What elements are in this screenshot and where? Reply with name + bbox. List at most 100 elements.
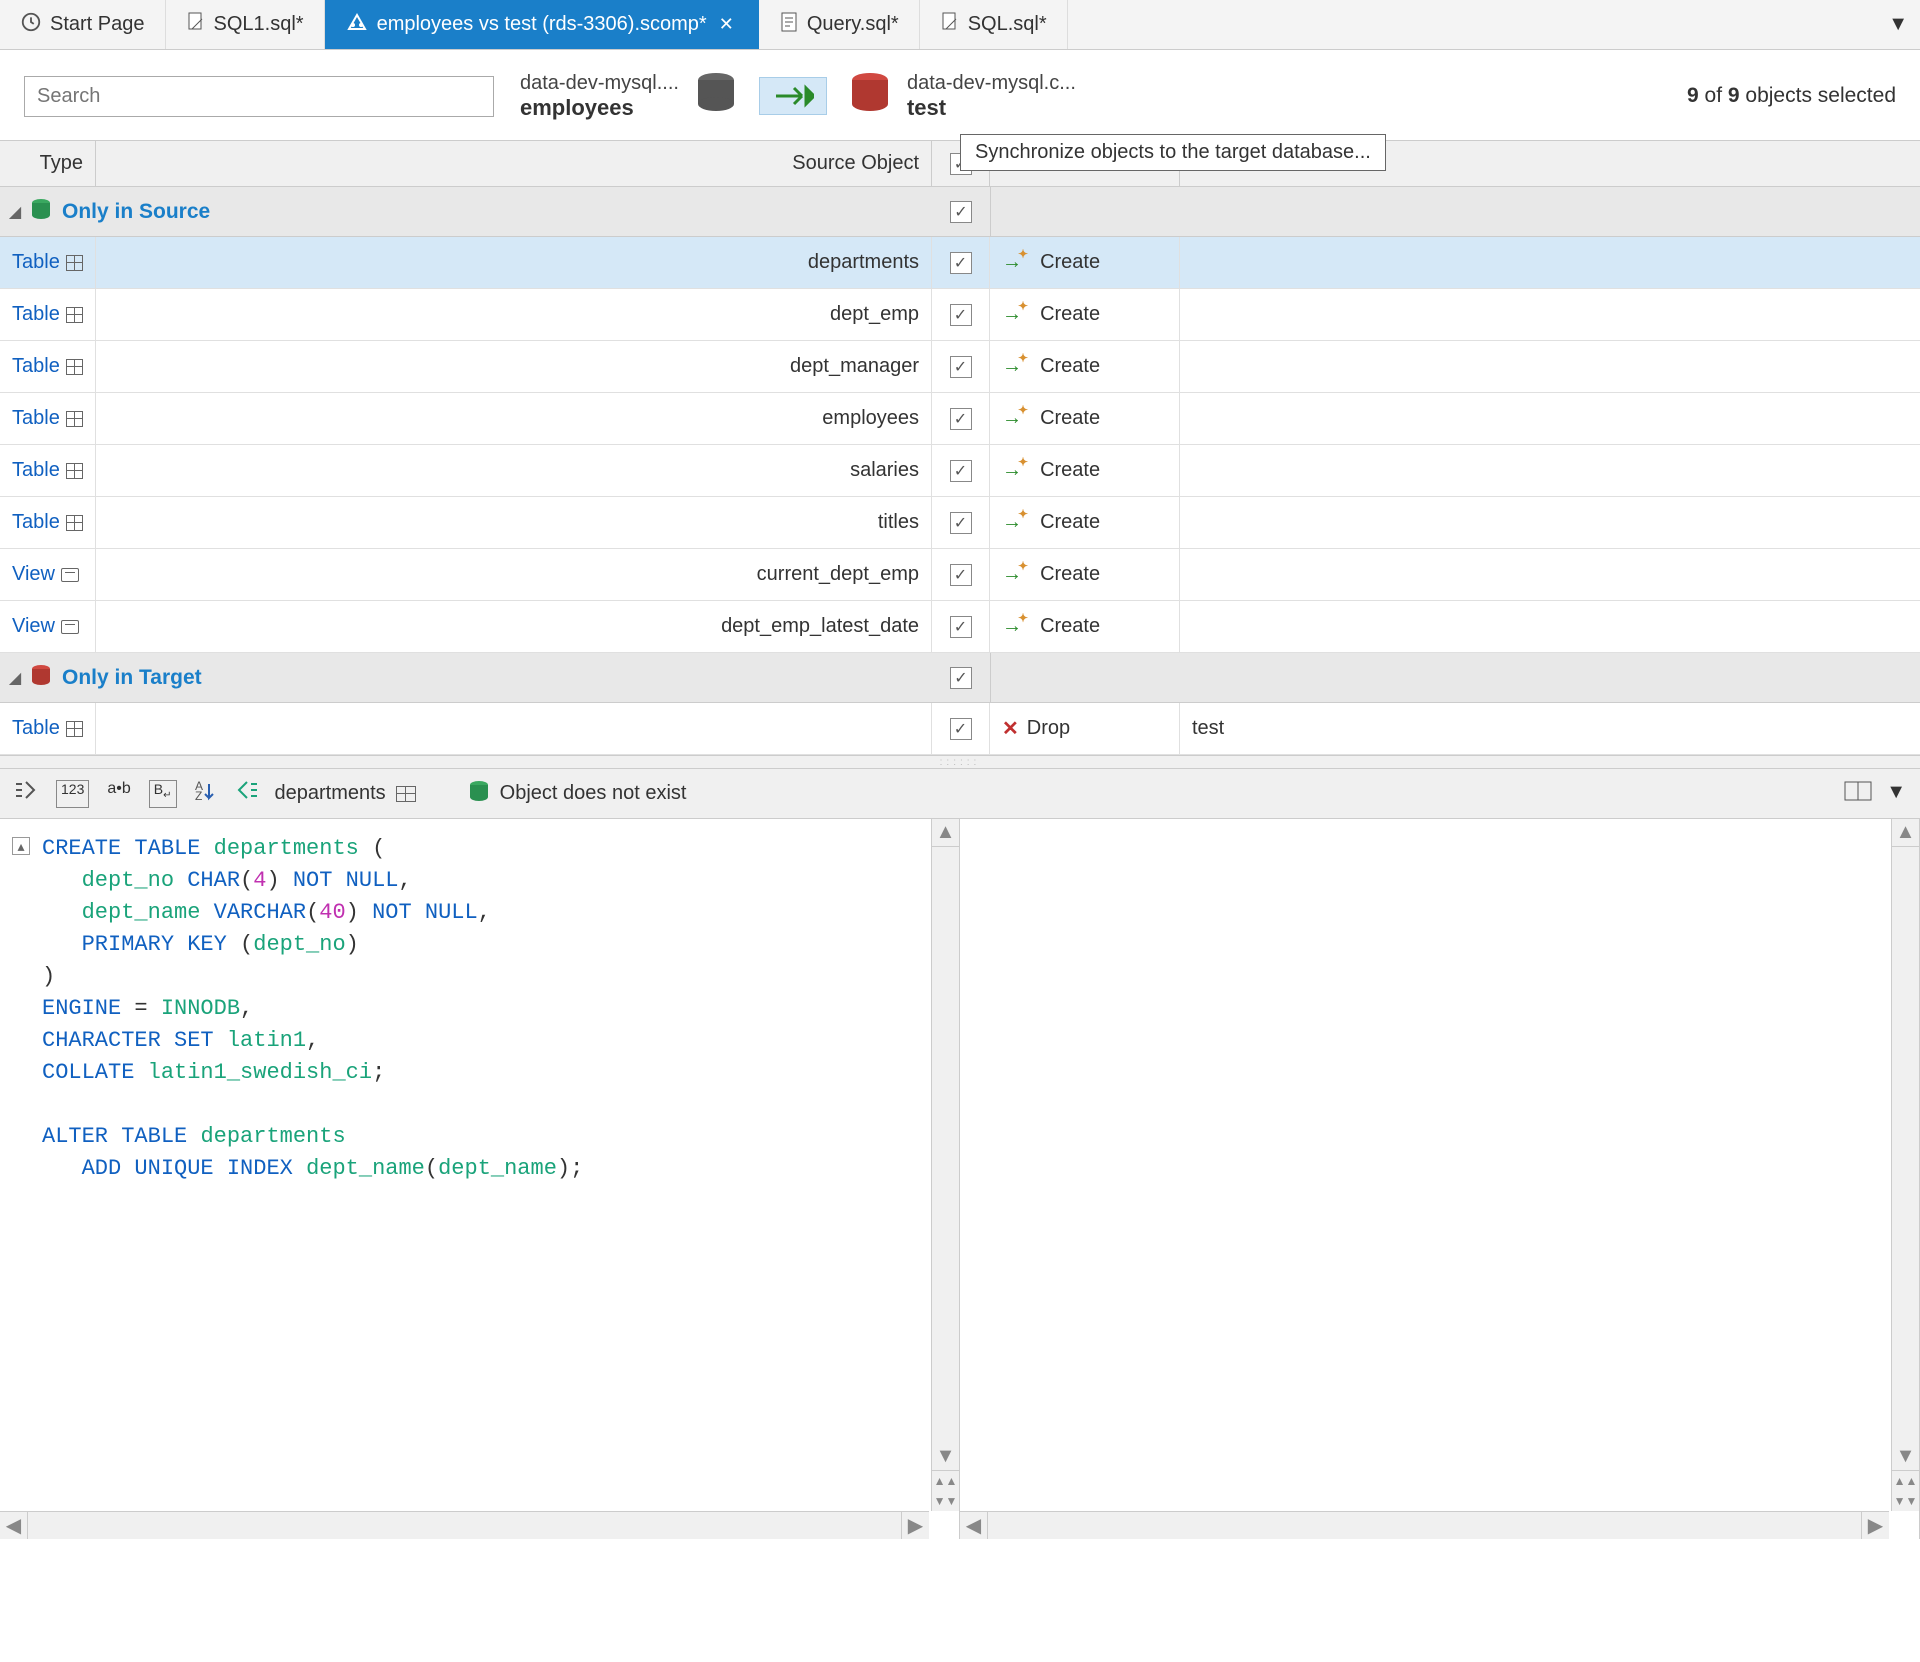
create-icon: → <box>1002 303 1032 326</box>
row-name: dept_emp <box>830 303 919 326</box>
create-icon: → <box>1002 615 1032 638</box>
tab-label: SQL1.sql* <box>214 13 304 36</box>
object-row[interactable]: Table employees✓→Create <box>0 393 1920 445</box>
row-action: Drop <box>1027 717 1070 740</box>
table-icon <box>66 307 83 323</box>
database-icon <box>468 780 490 808</box>
object-row[interactable]: View current_dept_emp✓→Create <box>0 549 1920 601</box>
object-row[interactable]: Table dept_emp✓→Create <box>0 289 1920 341</box>
sql-editor-right[interactable] <box>960 819 1919 1509</box>
row-action: Create <box>1040 615 1100 638</box>
synchronize-button[interactable] <box>759 77 827 115</box>
row-checkbox[interactable]: ✓ <box>950 718 972 740</box>
row-type: Table <box>12 511 60 534</box>
scrollbar-horizontal[interactable]: ◀▶ <box>960 1511 1889 1539</box>
editor-toolbar: 123 a•b B↵ AZ departments Object does no… <box>0 769 1920 819</box>
close-icon[interactable]: ✕ <box>715 14 738 35</box>
collapse-icon[interactable]: ◢ <box>0 668 30 688</box>
create-icon: → <box>1002 511 1032 534</box>
target-host: data-dev-mysql.c... <box>907 72 1076 95</box>
source-db-name: employees <box>520 95 679 121</box>
table-icon <box>66 255 83 271</box>
tab-compare-active[interactable]: employees vs test (rds-3306).scomp* ✕ <box>325 0 759 49</box>
table-icon <box>66 463 83 479</box>
right-object-status: Object does not exist <box>500 782 687 805</box>
row-checkbox[interactable]: ✓ <box>950 460 972 482</box>
object-row[interactable]: Table dept_manager✓→Create <box>0 341 1920 393</box>
row-checkbox[interactable]: ✓ <box>950 512 972 534</box>
object-row[interactable]: Table titles✓→Create <box>0 497 1920 549</box>
col-type[interactable]: Type <box>0 141 96 186</box>
col-source[interactable]: Source Object <box>96 141 932 186</box>
row-name: salaries <box>850 459 919 482</box>
tab-query[interactable]: Query.sql* <box>759 0 920 49</box>
row-checkbox[interactable]: ✓ <box>950 252 972 274</box>
compare-icon <box>345 11 369 39</box>
collapse-icon[interactable]: ◢ <box>0 202 30 222</box>
tab-label: SQL.sql* <box>968 13 1047 36</box>
tool-123-icon[interactable]: 123 <box>56 780 89 808</box>
row-checkbox[interactable]: ✓ <box>950 408 972 430</box>
tabs-overflow-menu[interactable]: ▼ <box>1876 0 1920 49</box>
group-label: Only in Source <box>62 200 210 224</box>
tool-format-icon[interactable]: B↵ <box>149 780 177 808</box>
database-icon <box>30 198 52 226</box>
group-label: Only in Target <box>62 666 202 690</box>
row-type: Table <box>12 717 60 740</box>
database-icon <box>847 70 893 122</box>
target-db-block: data-dev-mysql.c... test <box>847 70 1076 122</box>
layout-toggle-icon[interactable] <box>1844 781 1872 807</box>
scrollbar-vertical[interactable]: ▲▼ ▲▲▼▼ <box>1891 819 1919 1511</box>
row-type: Table <box>12 251 60 274</box>
database-icon <box>30 664 52 692</box>
row-name: dept_manager <box>790 355 919 378</box>
row-checkbox[interactable]: ✓ <box>950 304 972 326</box>
horizontal-splitter[interactable]: :::::: <box>0 755 1920 769</box>
tool-outdent-icon[interactable] <box>235 780 259 808</box>
row-action: Create <box>1040 303 1100 326</box>
target-db-name: test <box>907 95 1076 121</box>
view-icon <box>61 568 79 582</box>
create-icon: → <box>1002 459 1032 482</box>
selection-status: 9 of 9 objects selected <box>1687 84 1896 108</box>
row-checkbox[interactable]: ✓ <box>950 616 972 638</box>
tab-sql[interactable]: SQL.sql* <box>920 0 1068 49</box>
table-icon <box>66 359 83 375</box>
tab-sql1[interactable]: SQL1.sql* <box>166 0 325 49</box>
tool-sort-icon[interactable]: AZ <box>195 780 217 808</box>
row-type: Table <box>12 407 60 430</box>
row-checkbox[interactable]: ✓ <box>950 356 972 378</box>
drop-icon: ✕ <box>1002 716 1019 741</box>
group-checkbox[interactable]: ✓ <box>950 201 972 223</box>
object-row[interactable]: Table salaries✓→Create <box>0 445 1920 497</box>
object-row[interactable]: View dept_emp_latest_date ✓ → Create <box>0 601 1920 653</box>
view-icon <box>61 620 79 634</box>
table-icon <box>66 515 83 531</box>
sql-editor-left[interactable]: CREATE TABLE departments ( dept_no CHAR(… <box>0 819 959 1509</box>
row-checkbox[interactable]: ✓ <box>950 564 972 586</box>
editor-menu-icon[interactable]: ▼ <box>1886 781 1906 807</box>
object-row[interactable]: Table ✓✕Droptest <box>0 703 1920 755</box>
tool-indent-icon[interactable] <box>14 780 38 808</box>
clock-icon <box>20 11 42 39</box>
table-icon <box>66 411 83 427</box>
tool-ab-icon[interactable]: a•b <box>107 780 130 808</box>
scrollbar-horizontal[interactable]: ◀▶ <box>0 1511 929 1539</box>
create-icon: → <box>1002 251 1032 274</box>
object-row[interactable]: Table departments✓→Create <box>0 237 1920 289</box>
search-input[interactable] <box>24 76 494 117</box>
query-file-icon <box>779 11 799 39</box>
fold-toggle[interactable]: ▴ <box>12 837 30 855</box>
editor-split: ▴ CREATE TABLE departments ( dept_no CHA… <box>0 819 1920 1539</box>
row-name: dept_emp_latest_date <box>721 615 919 638</box>
database-icon <box>693 70 739 122</box>
scrollbar-vertical[interactable]: ▲▼ ▲▲▼▼ <box>931 819 959 1511</box>
row-type: View <box>12 615 55 638</box>
row-name: current_dept_emp <box>757 563 919 586</box>
tab-start-page[interactable]: Start Page <box>0 0 166 49</box>
tab-label: employees vs test (rds-3306).scomp* <box>377 13 707 36</box>
group-only-in-target[interactable]: ◢ Only in Target ✓ <box>0 653 1920 703</box>
row-action: Create <box>1040 355 1100 378</box>
group-checkbox[interactable]: ✓ <box>950 667 972 689</box>
group-only-in-source[interactable]: ◢ Only in Source ✓ <box>0 187 1920 237</box>
